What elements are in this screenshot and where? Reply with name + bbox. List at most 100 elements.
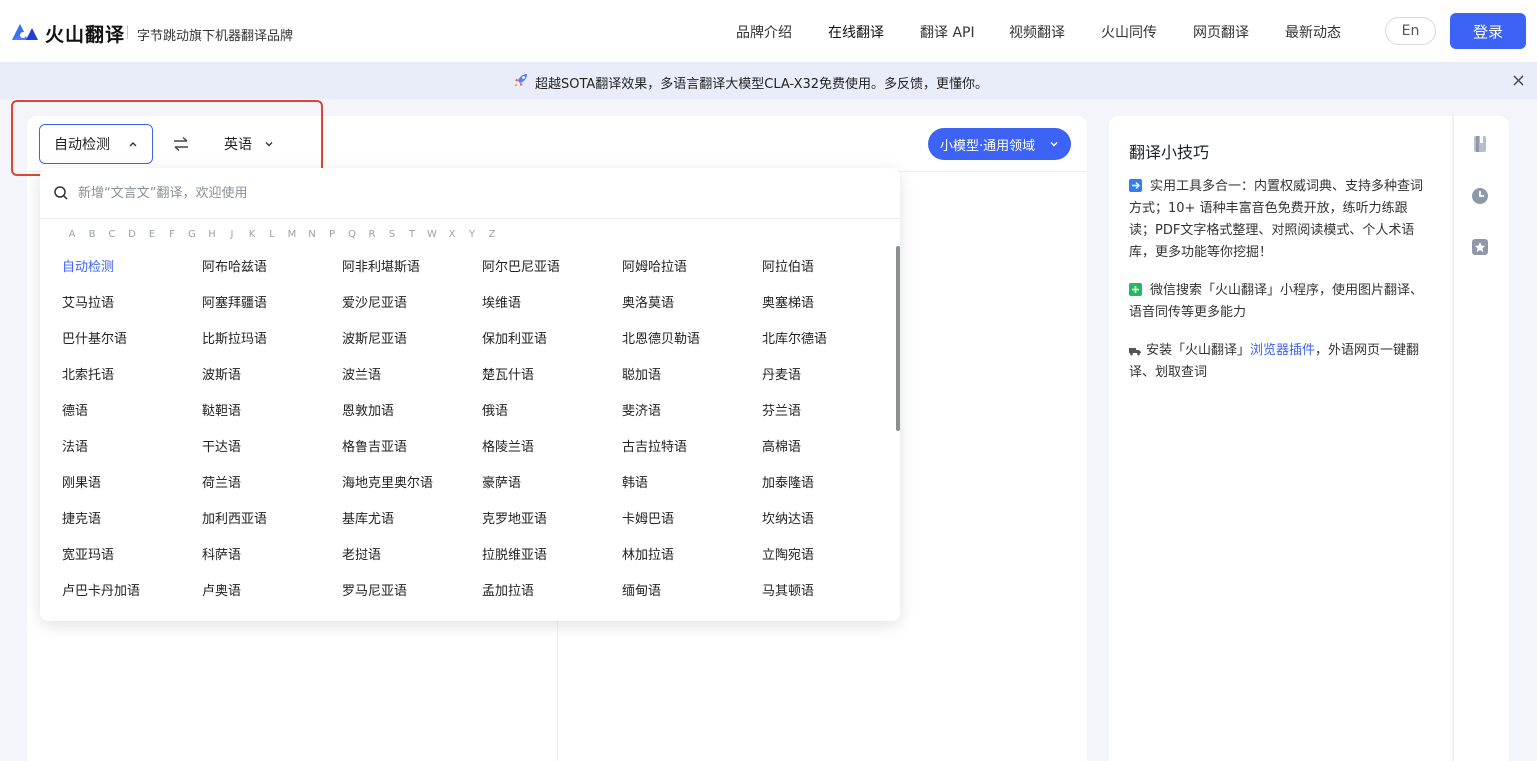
alphabet-letter[interactable]: F bbox=[162, 229, 182, 240]
alphabet-letter[interactable]: A bbox=[62, 229, 82, 240]
language-option[interactable]: 埃维语 bbox=[482, 294, 622, 330]
language-option[interactable]: 波斯尼亚语 bbox=[342, 330, 482, 366]
language-option[interactable]: 格陵兰语 bbox=[482, 438, 622, 474]
language-option[interactable]: 加泰隆语 bbox=[762, 474, 900, 510]
language-option[interactable]: 刚果语 bbox=[62, 474, 202, 510]
language-option[interactable]: 保加利亚语 bbox=[482, 330, 622, 366]
language-toggle-button[interactable]: En bbox=[1385, 17, 1436, 45]
alphabet-letter[interactable]: P bbox=[322, 229, 342, 240]
language-option[interactable]: 罗马尼亚语 bbox=[342, 582, 482, 618]
brand-name[interactable]: 火山翻译 bbox=[45, 20, 125, 47]
language-option[interactable]: 阿拉伯语 bbox=[762, 258, 900, 294]
language-option[interactable]: 斐济语 bbox=[622, 402, 762, 438]
language-option[interactable]: 恩敦加语 bbox=[342, 402, 482, 438]
nav-latest-news[interactable]: 最新动态 bbox=[1285, 22, 1341, 42]
language-option[interactable]: 加利西亚语 bbox=[202, 510, 342, 546]
language-option[interactable]: 法语 bbox=[62, 438, 202, 474]
alphabet-letter[interactable]: Q bbox=[342, 229, 362, 240]
language-option[interactable]: 楚瓦什语 bbox=[482, 366, 622, 402]
language-search-input[interactable] bbox=[78, 180, 878, 206]
language-option[interactable]: 阿非利堪斯语 bbox=[342, 258, 482, 294]
star-icon[interactable] bbox=[1470, 237, 1490, 257]
language-option[interactable]: 爱沙尼亚语 bbox=[342, 294, 482, 330]
language-option[interactable]: 拉脱维亚语 bbox=[482, 546, 622, 582]
language-option[interactable]: 阿姆哈拉语 bbox=[622, 258, 762, 294]
language-option[interactable]: 科萨语 bbox=[202, 546, 342, 582]
language-option[interactable]: 干达语 bbox=[202, 438, 342, 474]
history-icon[interactable] bbox=[1470, 186, 1490, 206]
language-option[interactable]: 阿布哈兹语 bbox=[202, 258, 342, 294]
alphabet-letter[interactable]: E bbox=[142, 229, 162, 240]
alphabet-letter[interactable]: T bbox=[402, 229, 422, 240]
language-option[interactable]: 北恩德贝勒语 bbox=[622, 330, 762, 366]
language-option[interactable]: 缅甸语 bbox=[622, 582, 762, 618]
language-option[interactable]: 北索托语 bbox=[62, 366, 202, 402]
alphabet-letter[interactable]: R bbox=[362, 229, 382, 240]
language-option[interactable]: 豪萨语 bbox=[482, 474, 622, 510]
language-option[interactable]: 阿塞拜疆语 bbox=[202, 294, 342, 330]
model-select-button[interactable]: 小模型·通用领域 bbox=[928, 128, 1071, 160]
nav-translate-api[interactable]: 翻译 API bbox=[920, 22, 975, 42]
logo-icon[interactable] bbox=[10, 20, 40, 42]
alphabet-letter[interactable]: N bbox=[302, 229, 322, 240]
language-option[interactable]: 坎纳达语 bbox=[762, 510, 900, 546]
language-option[interactable]: 德语 bbox=[62, 402, 202, 438]
language-option[interactable]: 北库尔德语 bbox=[762, 330, 900, 366]
alphabet-letter[interactable]: M bbox=[282, 229, 302, 240]
alphabet-letter[interactable]: S bbox=[382, 229, 402, 240]
language-option[interactable]: 艾马拉语 bbox=[62, 294, 202, 330]
alphabet-letter[interactable]: L bbox=[262, 229, 282, 240]
language-option[interactable]: 比斯拉玛语 bbox=[202, 330, 342, 366]
language-option[interactable]: 阿尔巴尼亚语 bbox=[482, 258, 622, 294]
language-option[interactable]: 自动检测 bbox=[62, 258, 202, 294]
scrollbar-thumb[interactable] bbox=[896, 246, 900, 431]
alphabet-letter[interactable]: C bbox=[102, 229, 122, 240]
book-icon[interactable] bbox=[1470, 134, 1490, 154]
language-option[interactable]: 奥洛莫语 bbox=[622, 294, 762, 330]
alphabet-letter[interactable]: J bbox=[222, 229, 242, 240]
language-option[interactable]: 立陶宛语 bbox=[762, 546, 900, 582]
language-option[interactable]: 丹麦语 bbox=[762, 366, 900, 402]
close-icon[interactable] bbox=[1512, 74, 1525, 87]
nav-video-translate[interactable]: 视频翻译 bbox=[1009, 22, 1065, 42]
language-option[interactable]: 俄语 bbox=[482, 402, 622, 438]
language-option[interactable]: 荷兰语 bbox=[202, 474, 342, 510]
nav-simultaneous[interactable]: 火山同传 bbox=[1101, 22, 1157, 42]
alphabet-letter[interactable]: B bbox=[82, 229, 102, 240]
language-option[interactable]: 卢奥语 bbox=[202, 582, 342, 618]
language-option[interactable]: 卡姆巴语 bbox=[622, 510, 762, 546]
nav-web-translate[interactable]: 网页翻译 bbox=[1193, 22, 1249, 42]
language-option[interactable]: 卢巴卡丹加语 bbox=[62, 582, 202, 618]
language-option[interactable]: 奥塞梯语 bbox=[762, 294, 900, 330]
language-option[interactable]: 韩语 bbox=[622, 474, 762, 510]
alphabet-letter[interactable]: H bbox=[202, 229, 222, 240]
language-option[interactable]: 基库尤语 bbox=[342, 510, 482, 546]
language-option[interactable]: 芬兰语 bbox=[762, 402, 900, 438]
language-option[interactable]: 宽亚玛语 bbox=[62, 546, 202, 582]
alphabet-letter[interactable]: Z bbox=[482, 229, 502, 240]
language-option[interactable]: 高棉语 bbox=[762, 438, 900, 474]
language-option[interactable]: 捷克语 bbox=[62, 510, 202, 546]
language-option[interactable]: 古吉拉特语 bbox=[622, 438, 762, 474]
browser-plugin-link[interactable]: 浏览器插件 bbox=[1250, 343, 1315, 358]
language-option[interactable]: 马其顿语 bbox=[762, 582, 900, 618]
alphabet-letter[interactable]: K bbox=[242, 229, 262, 240]
language-option[interactable]: 波斯语 bbox=[202, 366, 342, 402]
language-option[interactable]: 聪加语 bbox=[622, 366, 762, 402]
alphabet-letter[interactable]: G bbox=[182, 229, 202, 240]
language-option[interactable]: 老挝语 bbox=[342, 546, 482, 582]
language-option[interactable]: 林加拉语 bbox=[622, 546, 762, 582]
alphabet-letter[interactable]: D bbox=[122, 229, 142, 240]
language-option[interactable]: 鞑靼语 bbox=[202, 402, 342, 438]
language-option[interactable]: 格鲁吉亚语 bbox=[342, 438, 482, 474]
login-button[interactable]: 登录 bbox=[1450, 13, 1526, 49]
alphabet-letter[interactable]: W bbox=[422, 229, 442, 240]
language-option[interactable]: 巴什基尔语 bbox=[62, 330, 202, 366]
nav-brand-intro[interactable]: 品牌介绍 bbox=[736, 22, 792, 42]
alphabet-letter[interactable]: Y bbox=[462, 229, 482, 240]
language-option[interactable]: 孟加拉语 bbox=[482, 582, 622, 618]
language-option[interactable]: 克罗地亚语 bbox=[482, 510, 622, 546]
alphabet-letter[interactable]: X bbox=[442, 229, 462, 240]
language-option[interactable]: 海地克里奥尔语 bbox=[342, 474, 482, 510]
nav-online-translate[interactable]: 在线翻译 bbox=[828, 22, 884, 42]
